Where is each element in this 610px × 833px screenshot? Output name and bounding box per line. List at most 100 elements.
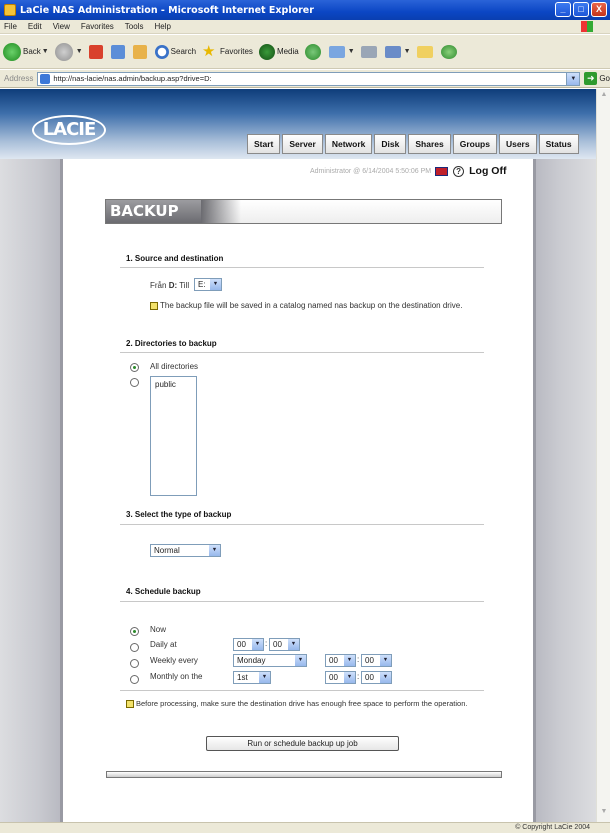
chevron-down-icon: ▼ [295, 655, 306, 666]
nav-server[interactable]: Server [282, 134, 323, 154]
monthly-time-separator: : [357, 672, 360, 681]
weekday-select[interactable]: Monday ▼ [233, 654, 307, 667]
monthly-hour-select[interactable]: 00 ▼ [325, 671, 356, 684]
weekly-minute-value: 00 [365, 656, 374, 665]
schedule-monthly-radio[interactable] [130, 675, 139, 684]
back-dropdown-icon[interactable]: ▼ [42, 48, 49, 55]
mail-icon [328, 45, 345, 58]
menu-file[interactable]: File [4, 22, 17, 31]
schedule-now-label: Now [150, 625, 167, 634]
monthly-minute-select[interactable]: 00 ▼ [361, 671, 392, 684]
monthly-minute-value: 00 [365, 673, 374, 682]
forward-button[interactable]: ▼ [54, 42, 83, 61]
chevron-down-icon: ▼ [288, 639, 299, 650]
lacie-logo[interactable]: LACIE [32, 115, 106, 145]
history-button[interactable] [304, 43, 323, 60]
close-button[interactable]: X [591, 2, 607, 17]
window-title: LaCie NAS Administration - Microsoft Int… [20, 4, 314, 16]
search-button[interactable]: Search [154, 44, 196, 59]
user-info: Administrator @ 6/14/2004 5:50:06 PM [310, 167, 432, 175]
favorites-button[interactable]: ★ Favorites [202, 43, 253, 60]
stop-button[interactable] [88, 44, 105, 59]
nav-start[interactable]: Start [247, 134, 281, 154]
nav-status[interactable]: Status [538, 134, 579, 154]
minimize-button[interactable]: _ [555, 2, 571, 17]
refresh-icon [110, 44, 125, 59]
monthday-select[interactable]: 1st ▼ [233, 671, 271, 684]
nav-groups[interactable]: Groups [452, 134, 497, 154]
menu-view[interactable]: View [53, 22, 70, 31]
print-icon [360, 45, 377, 58]
mail-button[interactable]: ▼ [328, 45, 355, 58]
section1-divider [120, 267, 484, 268]
section3-title: 3. Select the type of backup [126, 510, 232, 519]
header-band: LACIE Start Server Network Disk Shares G… [0, 89, 596, 159]
backup-type-value: Normal [154, 546, 180, 555]
history-icon [304, 43, 321, 60]
chevron-down-icon: ▼ [380, 655, 391, 666]
home-button[interactable] [132, 44, 149, 59]
selected-directories-radio[interactable] [130, 378, 139, 387]
edit-dropdown-icon[interactable]: ▼ [404, 48, 411, 55]
go-button[interactable]: ➜ Go [584, 72, 610, 85]
menu-edit[interactable]: Edit [28, 22, 42, 31]
from-label: Från [150, 281, 167, 290]
back-button[interactable]: Back ▼ [3, 42, 49, 61]
nav-network[interactable]: Network [324, 134, 373, 154]
daily-minute-select[interactable]: 00 ▼ [269, 638, 300, 651]
address-dropdown-icon[interactable]: ▼ [566, 72, 580, 85]
main-nav: Start Server Network Disk Shares Groups … [247, 134, 579, 154]
scroll-up-icon[interactable]: ▲ [598, 91, 610, 103]
daily-hour-value: 00 [237, 640, 246, 649]
scroll-down-icon[interactable]: ▼ [598, 808, 610, 820]
chevron-down-icon: ▼ [209, 545, 220, 556]
destination-drive-select[interactable]: E: ▼ [194, 278, 222, 291]
daily-hour-select[interactable]: 00 ▼ [233, 638, 264, 651]
logoff-link[interactable]: Log Off [469, 165, 506, 177]
address-bar: Address http://nas-lacie/nas.admin/backu… [0, 70, 610, 88]
edit-button[interactable]: ▼ [384, 45, 411, 58]
chevron-down-icon: ▼ [344, 655, 355, 666]
folder-button[interactable] [416, 45, 435, 58]
print-button[interactable] [360, 45, 379, 58]
maximize-button[interactable]: □ [573, 2, 589, 17]
uk-flag-icon[interactable] [435, 166, 449, 176]
to-label: Till [179, 281, 190, 290]
help-icon[interactable]: ? [453, 165, 465, 177]
menu-help[interactable]: Help [154, 22, 170, 31]
weekly-minute-select[interactable]: 00 ▼ [361, 654, 392, 667]
backup-type-select[interactable]: Normal ▼ [150, 544, 221, 557]
schedule-weekly-radio[interactable] [130, 659, 139, 668]
nav-disk[interactable]: Disk [374, 134, 407, 154]
forward-dropdown-icon[interactable]: ▼ [76, 48, 83, 55]
folder-icon [416, 45, 433, 58]
schedule-daily-radio[interactable] [130, 643, 139, 652]
messenger-button[interactable] [440, 44, 459, 59]
note-icon [150, 301, 158, 310]
directories-listbox[interactable]: public [150, 376, 197, 496]
nav-shares[interactable]: Shares [408, 134, 451, 154]
left-band-edge [60, 159, 63, 822]
monthday-value: 1st [237, 673, 248, 682]
address-input[interactable]: http://nas-lacie/nas.admin/backup.asp?dr… [37, 71, 581, 86]
media-button[interactable]: Media [258, 43, 299, 60]
vertical-scrollbar[interactable]: ▲ ▼ [596, 89, 610, 822]
all-directories-radio[interactable] [130, 363, 139, 372]
home-icon [132, 44, 147, 59]
menu-tools[interactable]: Tools [125, 22, 144, 31]
schedule-now-radio[interactable] [130, 627, 139, 636]
daily-time-separator: : [265, 639, 268, 648]
refresh-button[interactable] [110, 44, 127, 59]
chevron-down-icon: ▼ [252, 639, 263, 650]
weekly-hour-select[interactable]: 00 ▼ [325, 654, 356, 667]
chevron-down-icon: ▼ [210, 279, 221, 290]
section1-note-text: The backup file will be saved in a catal… [160, 301, 463, 310]
nav-users[interactable]: Users [498, 134, 537, 154]
mail-dropdown-icon[interactable]: ▼ [348, 48, 355, 55]
section1-title: 1. Source and destination [126, 254, 224, 263]
menu-favorites[interactable]: Favorites [81, 22, 114, 31]
list-item[interactable]: public [155, 380, 192, 389]
section4-bottom-divider [120, 690, 484, 691]
monthly-hour-value: 00 [329, 673, 338, 682]
run-backup-button[interactable]: Run or schedule backup up job [206, 736, 399, 751]
